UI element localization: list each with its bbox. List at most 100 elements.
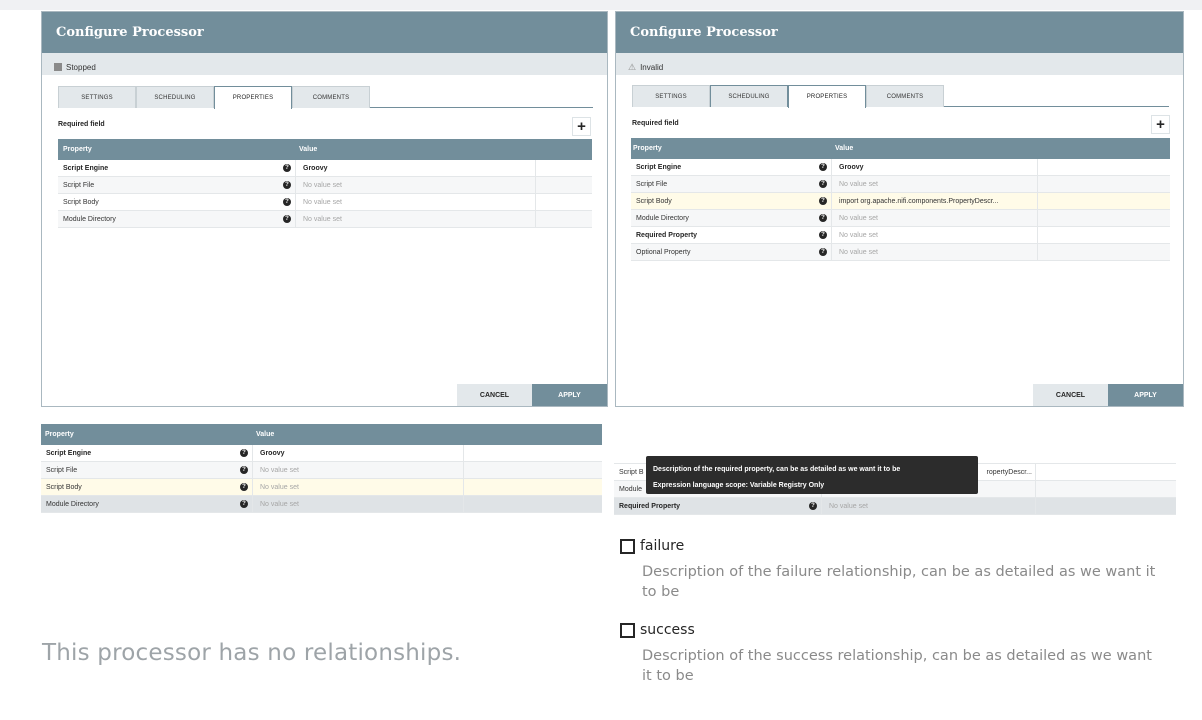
property-name: Optional Property <box>636 248 691 256</box>
add-property-button[interactable]: + <box>1151 115 1170 134</box>
cancel-button[interactable]: CANCEL <box>1033 384 1108 406</box>
cancel-button[interactable]: CANCEL <box>457 384 532 406</box>
apply-button[interactable]: APPLY <box>532 384 607 406</box>
help-icon[interactable]: ? <box>809 502 817 510</box>
property-value[interactable]: No value set <box>831 227 1037 243</box>
tab-properties[interactable]: PROPERTIES <box>788 85 866 108</box>
relationship-success: success Description of the success relat… <box>620 622 1162 686</box>
property-name: Module Directory <box>63 215 116 223</box>
property-value[interactable]: Groovy <box>252 445 463 461</box>
table-row-hovered[interactable]: Required Property? No value set <box>614 498 1176 515</box>
property-name: Script Engine <box>46 449 92 457</box>
property-name: Module Directory <box>636 214 689 222</box>
top-strip <box>0 0 1202 10</box>
warning-icon: ⚠ <box>628 61 637 72</box>
help-icon[interactable]: ? <box>819 231 827 239</box>
tab-scheduling[interactable]: SCHEDULING <box>136 86 214 108</box>
property-name: Required Property <box>636 231 698 239</box>
property-name: Required Property <box>619 502 681 510</box>
help-icon[interactable]: ? <box>240 449 248 457</box>
property-value[interactable]: No value set <box>252 462 463 478</box>
status-bar: ⚠ Invalid <box>616 53 1183 75</box>
property-value[interactable]: No value set <box>831 244 1037 260</box>
tab-comments[interactable]: COMMENTS <box>866 85 944 107</box>
property-value[interactable]: No value set <box>821 498 1035 514</box>
property-name: Script File <box>636 180 668 188</box>
table-row[interactable]: Optional Property? No value set <box>631 244 1170 261</box>
help-icon[interactable]: ? <box>819 163 827 171</box>
help-icon[interactable]: ? <box>819 248 827 256</box>
property-value[interactable]: No value set <box>295 194 535 210</box>
property-value[interactable]: No value set <box>252 479 463 495</box>
table-row[interactable]: Script Body? No value set <box>58 194 592 211</box>
help-icon[interactable]: ? <box>819 214 827 222</box>
properties-table: Property Value Script Engine? Groovy Scr… <box>58 139 592 228</box>
relationship-description: Description of the failure relationship,… <box>642 564 1156 600</box>
help-icon[interactable]: ? <box>283 164 291 172</box>
help-icon[interactable]: ? <box>240 466 248 474</box>
relationship-name: success <box>640 622 695 638</box>
property-value[interactable]: No value set <box>252 496 463 512</box>
table-row[interactable]: Script Body? import org.apache.nifi.comp… <box>631 193 1170 210</box>
property-name: Script Body <box>63 198 99 206</box>
help-icon[interactable]: ? <box>283 198 291 206</box>
dialog-title: Configure Processor <box>42 12 607 53</box>
column-value: Value <box>835 145 854 152</box>
relationship-failure: failure Description of the failure relat… <box>620 538 1162 602</box>
add-property-button[interactable]: + <box>572 117 591 136</box>
tab-properties[interactable]: PROPERTIES <box>214 86 292 109</box>
table-header: Property Value <box>631 138 1170 159</box>
property-value[interactable]: Groovy <box>295 160 535 176</box>
table-row[interactable]: Script Engine? Groovy <box>58 160 592 177</box>
property-name: Script Engine <box>636 163 682 171</box>
table-row-hovered[interactable]: Module Directory? No value set <box>41 496 602 513</box>
dialog-title: Configure Processor <box>616 12 1183 53</box>
tab-settings[interactable]: SETTINGS <box>632 85 710 107</box>
help-icon[interactable]: ? <box>283 215 291 223</box>
table-row[interactable]: Script File? No value set <box>58 177 592 194</box>
table-row-selected[interactable]: Script Body? No value set <box>41 479 602 496</box>
property-value[interactable]: No value set <box>831 176 1037 192</box>
properties-table-states: Property Value Script Engine? Groovy Scr… <box>41 424 602 513</box>
tooltip-description: Description of the required property, ca… <box>653 466 901 473</box>
property-value[interactable]: No value set <box>831 210 1037 226</box>
apply-button[interactable]: APPLY <box>1108 384 1183 406</box>
relationship-name: failure <box>640 538 685 554</box>
property-value[interactable]: No value set <box>295 211 535 227</box>
tab-scheduling[interactable]: SCHEDULING <box>710 85 788 107</box>
property-name: Script Body <box>636 197 672 205</box>
help-icon[interactable]: ? <box>240 500 248 508</box>
help-icon[interactable]: ? <box>240 483 248 491</box>
help-icon[interactable]: ? <box>283 181 291 189</box>
auto-terminate-checkbox[interactable] <box>620 538 635 554</box>
tab-comments[interactable]: COMMENTS <box>292 86 370 108</box>
column-property: Property <box>63 146 92 153</box>
property-name: Script B <box>619 468 644 476</box>
status-text: Invalid <box>640 62 664 72</box>
tab-bar: SETTINGS SCHEDULING PROPERTIES COMMENTS <box>632 85 1169 108</box>
help-icon[interactable]: ? <box>819 180 827 188</box>
table-row[interactable]: Module Directory? No value set <box>631 210 1170 227</box>
table-row[interactable]: Module Directory? No value set <box>58 211 592 228</box>
table-row[interactable]: Script File? No value set <box>631 176 1170 193</box>
property-name: Script Body <box>46 483 82 491</box>
column-value: Value <box>256 431 275 438</box>
table-row[interactable]: Required Property? No value set <box>631 227 1170 244</box>
column-value: Value <box>299 146 318 153</box>
table-row[interactable]: Script Engine? Groovy <box>631 159 1170 176</box>
property-name: Module <box>619 485 642 493</box>
property-name: Script File <box>63 181 95 189</box>
table-header: Property Value <box>58 139 592 160</box>
status-bar: Stopped <box>42 53 607 75</box>
table-row[interactable]: Script File? No value set <box>41 462 602 479</box>
property-value[interactable]: Groovy <box>831 159 1037 175</box>
help-icon[interactable]: ? <box>819 197 827 205</box>
auto-terminate-checkbox[interactable] <box>620 622 635 638</box>
no-relationships-message: This processor has no relationships. <box>42 640 462 666</box>
table-header: Property Value <box>41 424 602 445</box>
table-row[interactable]: Script Engine? Groovy <box>41 445 602 462</box>
property-value[interactable]: No value set <box>295 177 535 193</box>
property-value[interactable]: import org.apache.nifi.components.Proper… <box>831 193 1037 209</box>
tab-settings[interactable]: SETTINGS <box>58 86 136 108</box>
configure-processor-dialog-invalid: Configure Processor ⚠ Invalid SETTINGS S… <box>615 11 1184 407</box>
